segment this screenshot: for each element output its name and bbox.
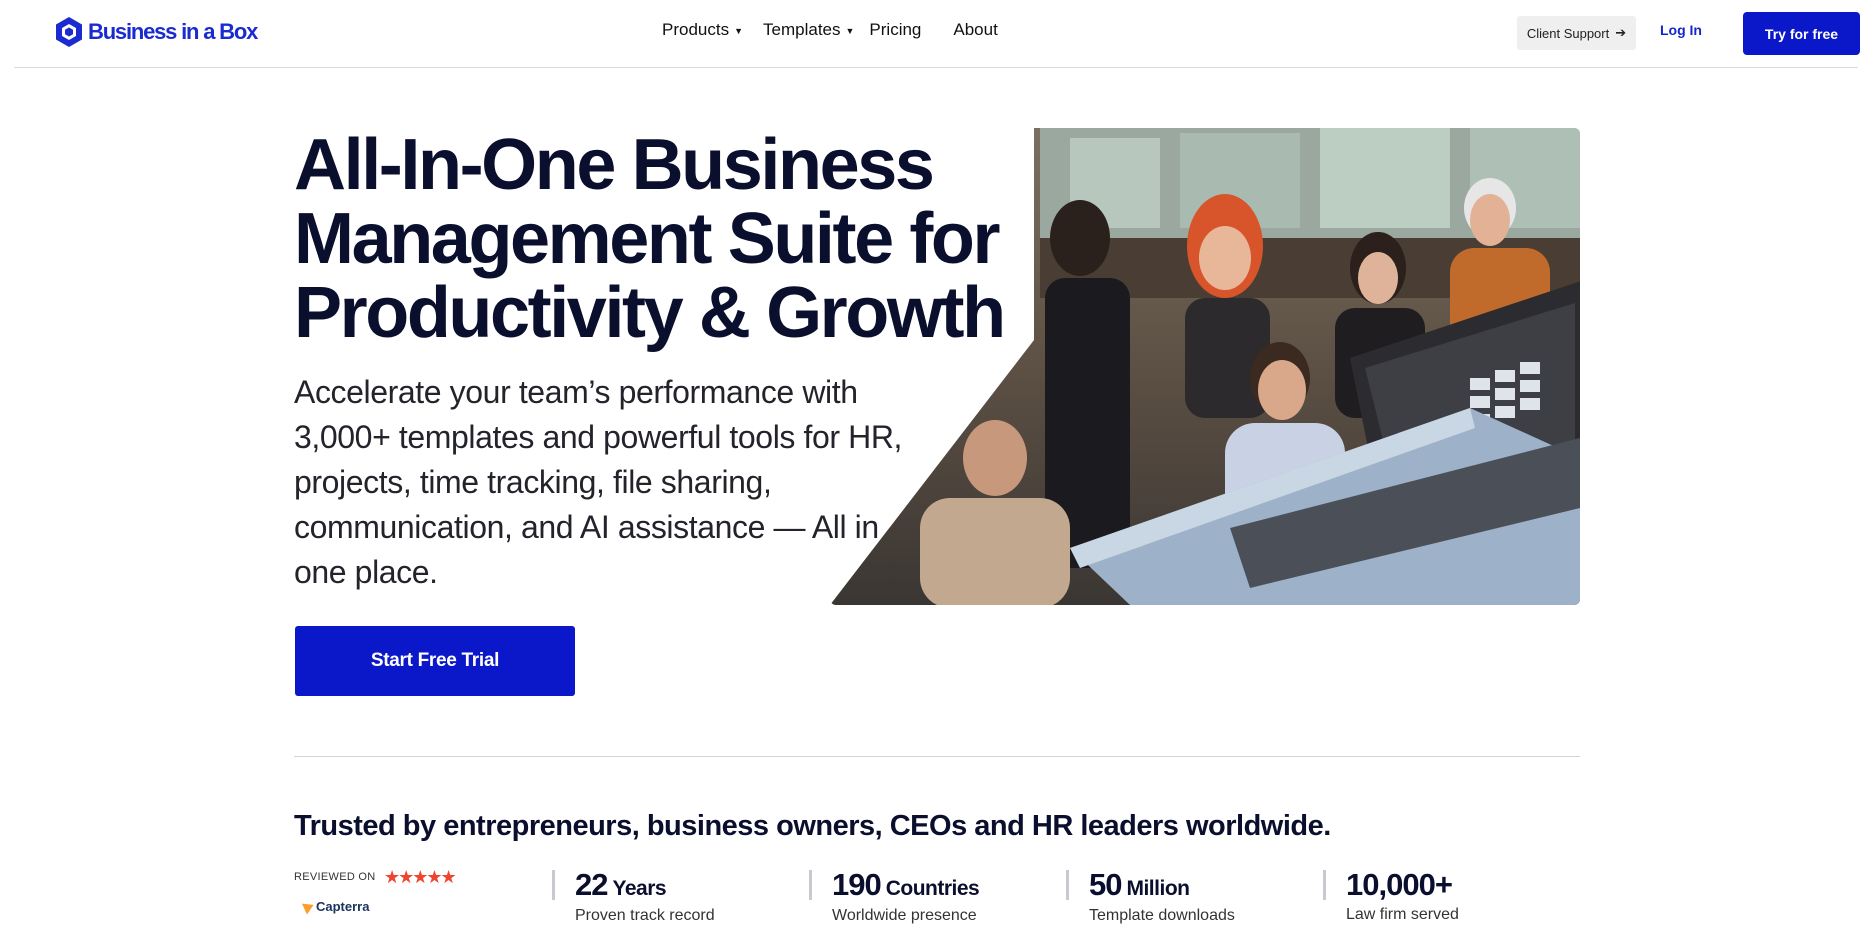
capterra-arrow-icon xyxy=(301,898,317,915)
arrow-right-icon: ➔ xyxy=(1615,25,1627,40)
nav-templates-label: Templates xyxy=(763,20,841,39)
client-support-label: Client Support xyxy=(1526,25,1610,41)
stat-number: 50 xyxy=(1089,867,1122,902)
hero-subtitle: Accelerate your team’s performance with … xyxy=(294,374,903,590)
stat-description: Proven track record xyxy=(575,907,715,924)
nav-products[interactable]: Products ▼ xyxy=(662,20,743,40)
stat-unit: Countries xyxy=(885,877,980,900)
site-header: Business in a Box Products ▼ Templates ▼… xyxy=(0,0,1872,68)
header-divider xyxy=(14,67,1858,68)
stat-description: Law firm served xyxy=(1346,906,1459,923)
logo-hexagon-icon xyxy=(56,17,82,47)
stat-number: 22 xyxy=(575,867,608,902)
chevron-down-icon: ▼ xyxy=(734,25,744,36)
stat-years: 22 Years Proven track record xyxy=(552,867,715,924)
stat-unit: Years xyxy=(612,877,667,900)
stat-unit: Million xyxy=(1126,877,1190,900)
capterra-logo: Capterra xyxy=(301,898,370,915)
start-free-trial-button[interactable]: Start Free Trial xyxy=(295,626,575,696)
main-nav: Products ▼ Templates ▼ Pricing About xyxy=(662,20,998,40)
nav-pricing[interactable]: Pricing xyxy=(869,20,921,40)
nav-about[interactable]: About xyxy=(953,20,997,40)
stat-description: Template downloads xyxy=(1089,907,1235,924)
trusted-heading: Trusted by entrepreneurs, business owner… xyxy=(294,810,1331,842)
chevron-down-icon: ▼ xyxy=(845,25,855,36)
logo[interactable]: Business in a Box xyxy=(54,16,258,48)
five-star-rating-icon: ★★★★★ xyxy=(384,867,457,887)
stat-countries: 190 Countries Worldwide presence xyxy=(809,867,980,924)
section-divider xyxy=(294,756,1580,757)
try-free-button[interactable]: Try for free xyxy=(1743,12,1860,55)
client-support-button[interactable]: Client Support ➔ xyxy=(1517,16,1636,50)
hero-team-photo xyxy=(830,128,1580,605)
capterra-review-badge[interactable]: REVIEWED ON ★★★★★ Capterra xyxy=(294,867,457,915)
stat-number: 10,000+ xyxy=(1346,867,1453,902)
capterra-label: Capterra xyxy=(316,899,370,914)
stat-downloads: 50 Million Template downloads xyxy=(1066,867,1235,924)
nav-templates[interactable]: Templates ▼ xyxy=(763,20,854,40)
reviewed-on-label: REVIEWED ON xyxy=(294,871,376,883)
stat-law-firms: 10,000+ Law firm served xyxy=(1323,867,1459,923)
nav-products-label: Products xyxy=(662,20,730,39)
stat-description: Worldwide presence xyxy=(832,907,977,924)
logo-text: Business in a Box xyxy=(88,19,258,44)
login-link[interactable]: Log In xyxy=(1660,22,1702,38)
stat-number: 190 xyxy=(832,867,882,902)
